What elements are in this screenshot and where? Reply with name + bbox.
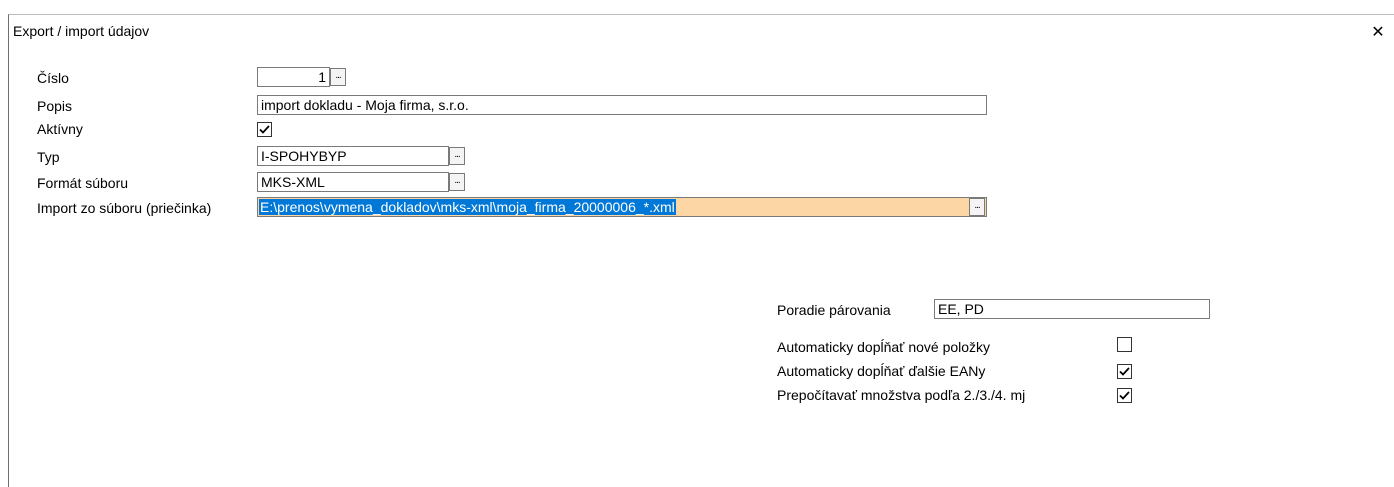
cislo-label: Číslo [37,70,69,86]
import-path-field[interactable]: E:\prenos\vymena_dokladov\mks-xml\moja_f… [257,197,987,217]
ellipsis-icon: ... [454,149,460,160]
auto-ean-checkbox[interactable] [1117,364,1132,379]
ellipsis-icon: ... [335,70,341,81]
checkmark-icon [1119,367,1130,376]
checkmark-icon [1119,391,1130,400]
cislo-browse-button[interactable]: ... [330,68,346,86]
typ-browse-button[interactable]: ... [449,147,465,165]
aktivny-label: Aktívny [37,121,83,137]
popis-field[interactable]: import dokladu - Moja firma, s.r.o. [257,95,987,115]
format-browse-button[interactable]: ... [449,173,465,191]
export-import-dialog: Export / import údajov ✕ Číslo Popis Akt… [8,14,1394,487]
poradie-field[interactable]: EE, PD [934,299,1210,319]
ellipsis-icon: ... [974,200,980,211]
typ-label: Typ [37,149,60,165]
close-icon: ✕ [1371,24,1385,41]
checkmark-icon [259,125,270,134]
format-field[interactable]: MKS-XML [257,172,449,192]
popis-label: Popis [37,98,73,114]
close-button[interactable]: ✕ [1365,19,1391,45]
auto-nove-checkbox[interactable] [1117,337,1132,352]
title-bar: Export / import údajov ✕ [9,15,1394,48]
prepocitavat-label: Prepočítavať množstva podľa 2./3./4. mj [777,387,1026,403]
ellipsis-icon: ... [454,175,460,186]
format-label: Formát súboru [37,175,129,191]
import-path-label: Import zo súboru (priečinka) [37,200,212,216]
auto-ean-label: Automaticky dopĺňať ďalšie EANy [777,363,986,379]
prepocitavat-checkbox[interactable] [1117,388,1132,403]
import-path-browse-button[interactable]: ... [969,198,985,216]
auto-nove-label: Automaticky dopĺňať nové položky [777,339,991,355]
import-path-selected-text: E:\prenos\vymena_dokladov\mks-xml\moja_f… [259,199,676,215]
window-title: Export / import údajov [13,23,150,39]
cislo-field[interactable]: 1 [257,67,330,87]
poradie-label: Poradie párovania [777,302,891,318]
typ-field[interactable]: I-SPOHYBYP [257,146,449,166]
aktivny-checkbox[interactable] [257,122,272,137]
